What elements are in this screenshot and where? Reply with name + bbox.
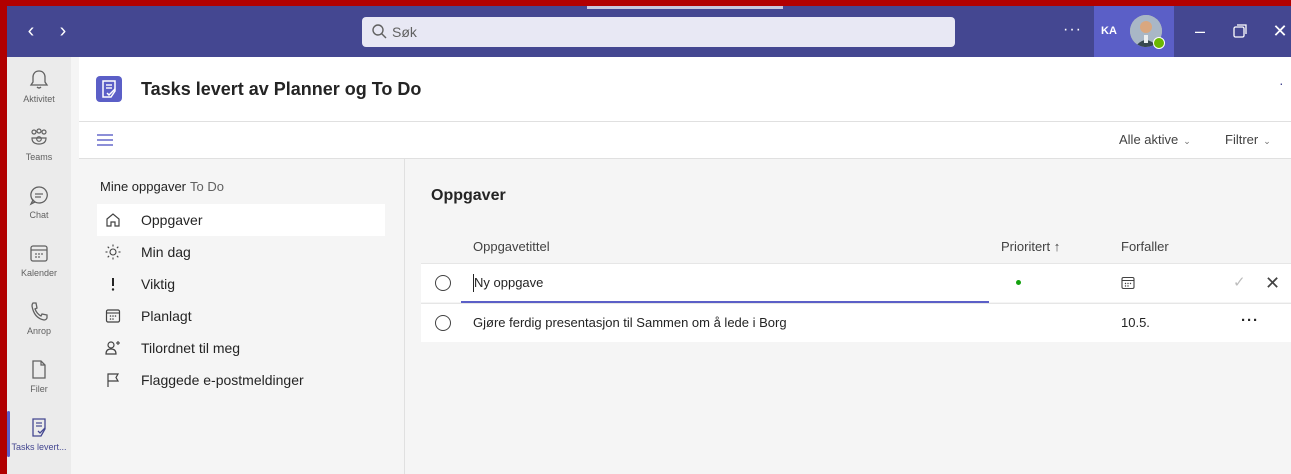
rail-item-tasks[interactable]: Tasks levert... <box>7 405 71 463</box>
forward-icon[interactable]: › <box>45 6 81 57</box>
main-content: Oppgaver Oppgavetittel Prioritert ↑ Forf… <box>405 159 1291 474</box>
calendar-icon[interactable] <box>1121 276 1135 290</box>
app-title: Tasks levert av Planner og To Do <box>141 79 422 99</box>
home-icon <box>106 213 120 227</box>
column-header-title[interactable]: Oppgavetittel <box>473 231 550 263</box>
app-header: Tasks levert av Planner og To Do · <box>79 57 1291 122</box>
list-title: Oppgaver <box>431 187 506 204</box>
rail-item-teams[interactable]: Teams <box>7 115 71 173</box>
list-item-tasks[interactable]: Oppgaver <box>97 204 385 236</box>
task-due-date: 10.5. <box>1121 315 1150 330</box>
rail-label: Aktivitet <box>23 94 55 104</box>
rail-label: Tasks levert... <box>11 442 67 452</box>
more-options-button[interactable]: ··· <box>1063 6 1082 57</box>
list-item-label: Flaggede e-postmeldinger <box>141 372 304 388</box>
search-box[interactable]: Søk <box>362 17 955 47</box>
active-filter-label: Alle aktive <box>1119 132 1179 147</box>
my-tasks-source: To Do <box>190 179 224 194</box>
list-item-my-day[interactable]: Min dag <box>97 236 385 268</box>
my-tasks-label: Mine oppgaver <box>100 179 186 194</box>
back-icon[interactable]: ‹ <box>13 6 49 57</box>
search-placeholder: Søk <box>392 24 417 40</box>
calendar-icon <box>30 245 48 262</box>
task-lists-pane: Mine oppgaver To Do Oppgaver Min dag Vikt… <box>79 159 405 474</box>
table-header: Oppgavetittel Prioritert ↑ Forfaller <box>421 231 1291 263</box>
account-button[interactable]: KA <box>1094 6 1174 57</box>
rail-item-calls[interactable]: Anrop <box>7 289 71 347</box>
chevron-down-icon: ⌄ <box>1183 136 1191 146</box>
app-rail: Aktivitet Teams Chat Kalender Anrop File… <box>7 57 71 474</box>
task-title[interactable]: Gjøre ferdig presentasjon til Sammen om … <box>473 304 787 342</box>
rail-label: Filer <box>30 384 48 394</box>
checkmark-icon[interactable]: ✓ <box>1233 264 1246 302</box>
teams-icon <box>31 128 47 145</box>
list-item-label: Min dag <box>141 244 191 260</box>
sun-icon <box>105 244 121 260</box>
teams-window: ‹ › Søk ··· KA – ✕ Aktivitet Teams Chat … <box>7 6 1291 474</box>
title-bar: ‹ › Søk ··· KA – ✕ <box>7 6 1291 57</box>
list-item-label: Planlagt <box>141 308 192 324</box>
rail-item-chat[interactable]: Chat <box>7 173 71 231</box>
list-item-label: Viktig <box>141 276 175 292</box>
rail-label: Kalender <box>20 268 58 278</box>
minimize-icon[interactable]: – <box>1183 6 1217 57</box>
list-item-label: Oppgaver <box>141 212 203 228</box>
window-drag-indicator <box>587 6 783 9</box>
complete-checkbox[interactable] <box>435 315 451 331</box>
column-header-due[interactable]: Forfaller <box>1121 231 1169 263</box>
rail-label: Anrop <box>26 326 52 336</box>
chat-icon <box>29 186 48 206</box>
list-item-important[interactable]: Viktig <box>97 268 385 300</box>
complete-checkbox[interactable] <box>435 275 451 291</box>
chevron-down-icon: ⌄ <box>1263 136 1271 146</box>
hamburger-menu-icon[interactable] <box>97 134 113 146</box>
list-item-assigned-to-me[interactable]: Tilordnet til meg <box>97 332 385 364</box>
close-icon[interactable]: ✕ <box>1265 264 1280 302</box>
filter-label: Filtrer <box>1225 132 1259 147</box>
column-header-priority[interactable]: Prioritert ↑ <box>1001 231 1060 263</box>
person-add-icon <box>105 341 120 355</box>
more-options-icon[interactable]: ··· <box>1241 304 1259 338</box>
priority-toggle[interactable] <box>1016 280 1021 285</box>
list-item-flagged-email[interactable]: Flaggede e-postmeldinger <box>97 364 385 396</box>
search-icon <box>372 24 387 39</box>
list-item-label: Tilordnet til meg <box>141 340 241 356</box>
list-item-planned[interactable]: Planlagt <box>97 300 385 332</box>
rail-item-files[interactable]: Filer <box>7 347 71 405</box>
presence-available-icon <box>1153 37 1165 49</box>
rail-item-activity[interactable]: Aktivitet <box>7 57 71 115</box>
rail-item-calendar[interactable]: Kalender <box>7 231 71 289</box>
rail-label: Teams <box>25 152 53 162</box>
maximize-icon[interactable] <box>1223 6 1257 57</box>
tasks-app-logo-icon <box>96 76 122 102</box>
flag-icon <box>107 373 120 387</box>
rail-label: Chat <box>29 210 49 220</box>
filter-dropdown[interactable]: Filtrer ⌄ <box>1225 122 1271 159</box>
toolbar: Alle aktive ⌄ Filtrer ⌄ <box>79 122 1291 159</box>
new-task-row: Ny oppgave ✓ ✕ <box>421 263 1291 303</box>
bell-icon <box>29 70 49 89</box>
close-icon[interactable]: ✕ <box>1263 6 1291 57</box>
file-icon <box>32 360 46 379</box>
my-tasks-heading: Mine oppgaver To Do <box>100 179 224 194</box>
app-more-button[interactable]: · <box>1279 75 1284 91</box>
org-initials: KA <box>1101 25 1117 37</box>
tasks-icon <box>32 418 46 437</box>
calendar-icon <box>105 309 121 323</box>
new-task-input[interactable]: Ny oppgave <box>474 264 543 302</box>
phone-icon <box>31 302 48 321</box>
table-row[interactable]: Gjøre ferdig presentasjon til Sammen om … <box>421 303 1291 342</box>
exclamation-icon <box>111 278 115 291</box>
active-filter-dropdown[interactable]: Alle aktive ⌄ <box>1119 122 1191 159</box>
